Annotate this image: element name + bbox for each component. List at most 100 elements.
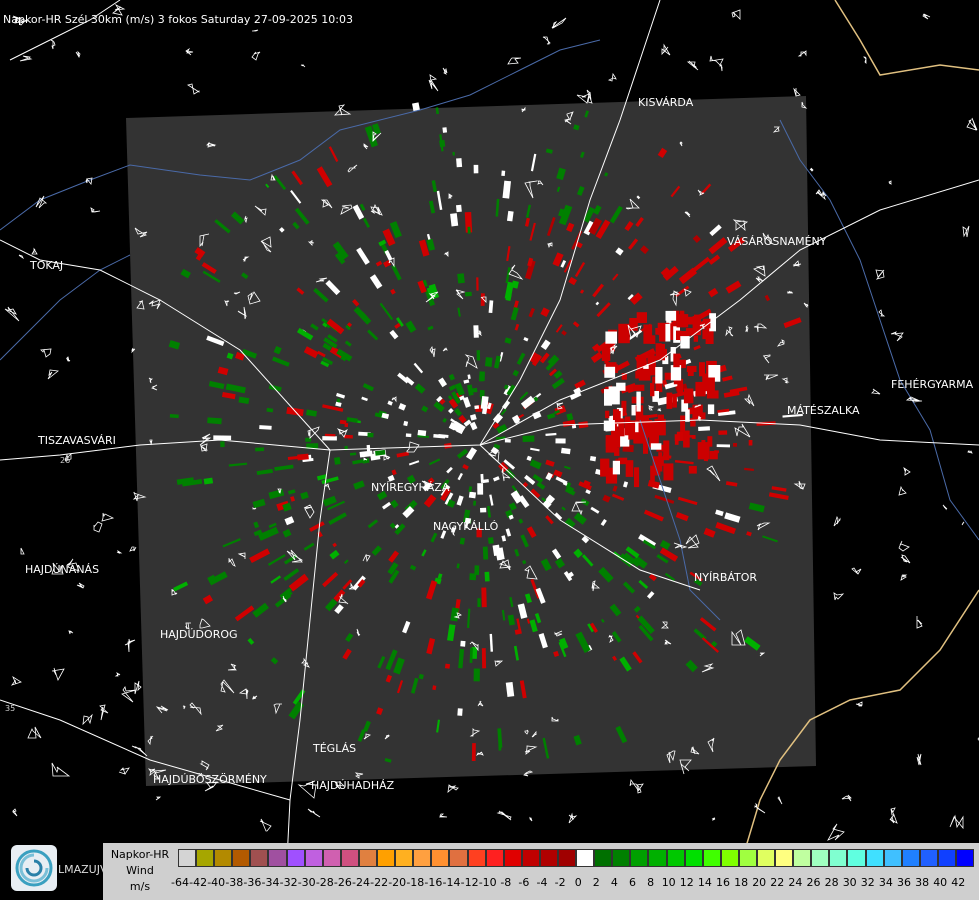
legend-tick: -26 [333, 876, 352, 889]
legend-tick: -6 [518, 876, 530, 889]
legend-swatch [304, 849, 323, 867]
town-outline [252, 507, 257, 510]
radar-echo [699, 362, 705, 377]
legend-tick: 0 [574, 876, 582, 889]
legend-swatch [666, 849, 685, 867]
radar-echo [482, 546, 489, 560]
radar-echo [259, 425, 272, 430]
radar-echo [652, 456, 664, 466]
radar-echo [636, 354, 647, 367]
radar-echo [255, 447, 265, 452]
radar-echo [638, 420, 650, 438]
radar-echo [471, 743, 476, 762]
radar-echo [605, 331, 617, 344]
radar-echo [457, 273, 465, 284]
legend-tick: -34 [261, 876, 280, 889]
radar-echo [663, 440, 670, 461]
legend-swatch [775, 849, 794, 867]
legend-tick: -12 [460, 876, 479, 889]
radar-echo [680, 415, 686, 433]
legend-tick: -16 [424, 876, 443, 889]
radar-echo [477, 598, 481, 608]
radar-echo [481, 648, 487, 669]
legend-tick: 40 [933, 876, 948, 889]
radar-echo [650, 443, 662, 450]
radar-echo [452, 151, 455, 156]
city-label-vasarosnameny: VÁSÁROSNAMÉNY [727, 235, 827, 248]
legend-tick: -8 [500, 876, 512, 889]
legend-tick: 10 [661, 876, 676, 889]
city-label-hajduhadhaz: HAJDÚHADHÁZ [311, 779, 395, 792]
legend-swatch [431, 849, 450, 867]
legend-tick: 16 [716, 876, 730, 889]
radar-echo [498, 745, 502, 751]
legend-swatch [937, 849, 957, 867]
radar-echo [487, 537, 494, 544]
city-label-tokaj: TOKAJ [30, 259, 64, 272]
radar-echo [624, 416, 631, 436]
radar-echo [444, 663, 451, 669]
legend-tick: 14 [697, 876, 712, 889]
city-label-nyiregyhaza: NYÍREGYHÁZA [371, 481, 450, 494]
radar-echo [367, 432, 374, 438]
city-label-hajdudorog: HAJDÚDOROG [160, 628, 238, 641]
radar-echo [709, 451, 718, 460]
radar-echo [473, 500, 477, 506]
radar-echo [603, 420, 615, 431]
radar-echo [334, 457, 341, 465]
radar-echo [474, 565, 480, 575]
legend-swatch [883, 849, 902, 867]
radar-echo [693, 335, 698, 342]
radar-echo [405, 433, 412, 438]
radar-echo [442, 127, 448, 133]
radar-echo [701, 440, 706, 450]
radar-echo [339, 419, 347, 425]
radar-echo [634, 467, 640, 488]
radar-echo [683, 430, 690, 448]
legend-tick: -4 [536, 876, 548, 889]
legend-tick: -42 [189, 876, 208, 889]
legend-tick: 36 [897, 876, 911, 889]
legend-swatch [630, 849, 649, 867]
radar-echo [690, 418, 696, 427]
radar-echo [748, 439, 753, 446]
radar-echo [605, 410, 610, 419]
legend-tick: -20 [388, 876, 407, 889]
radar-echo [638, 368, 651, 381]
radar-echo [366, 444, 371, 452]
legend-swatch [539, 849, 558, 867]
radar-echo [473, 325, 479, 338]
legend-tick: -32 [279, 876, 298, 889]
radar-echo [522, 435, 535, 442]
radar-echo [484, 571, 490, 582]
radar-echo [456, 158, 463, 168]
radar-echo [605, 435, 613, 447]
city-label-fehergyarmat: FEHÉRGYARMA [891, 378, 974, 391]
legend-swatch [467, 849, 486, 867]
radar-echo [614, 447, 620, 456]
radar-echo [650, 383, 655, 397]
road-number-35: 35 [5, 704, 16, 713]
legend-swatch [232, 849, 251, 867]
legend-swatch [847, 849, 866, 867]
legend-tick: -38 [225, 876, 244, 889]
radar-echo [706, 390, 719, 399]
legend-tick: 6 [629, 876, 636, 889]
legend-swatch [503, 849, 522, 867]
radar-echo [456, 204, 462, 213]
legend-swatch [684, 849, 703, 867]
map-title: Napkor-HR Szél 30km (m/s) 3 fokos Saturd… [3, 13, 353, 26]
radar-echo [169, 413, 179, 419]
wind-legend: Napkor-HR Wind m/s -64 -42 -40 -38 -36 -34 -32… [103, 843, 979, 900]
legend-swatch [196, 849, 215, 867]
radar-echo [207, 417, 222, 425]
legend-swatch [485, 849, 504, 867]
radar-echo [604, 355, 609, 364]
legend-tick: -24 [352, 876, 370, 889]
radar-echo [666, 392, 673, 409]
legend-tick: -64 [171, 876, 189, 889]
radar-echo [439, 139, 446, 148]
radar-echo [707, 404, 715, 415]
radar-echo [618, 418, 625, 437]
legend-swatch [340, 849, 359, 867]
